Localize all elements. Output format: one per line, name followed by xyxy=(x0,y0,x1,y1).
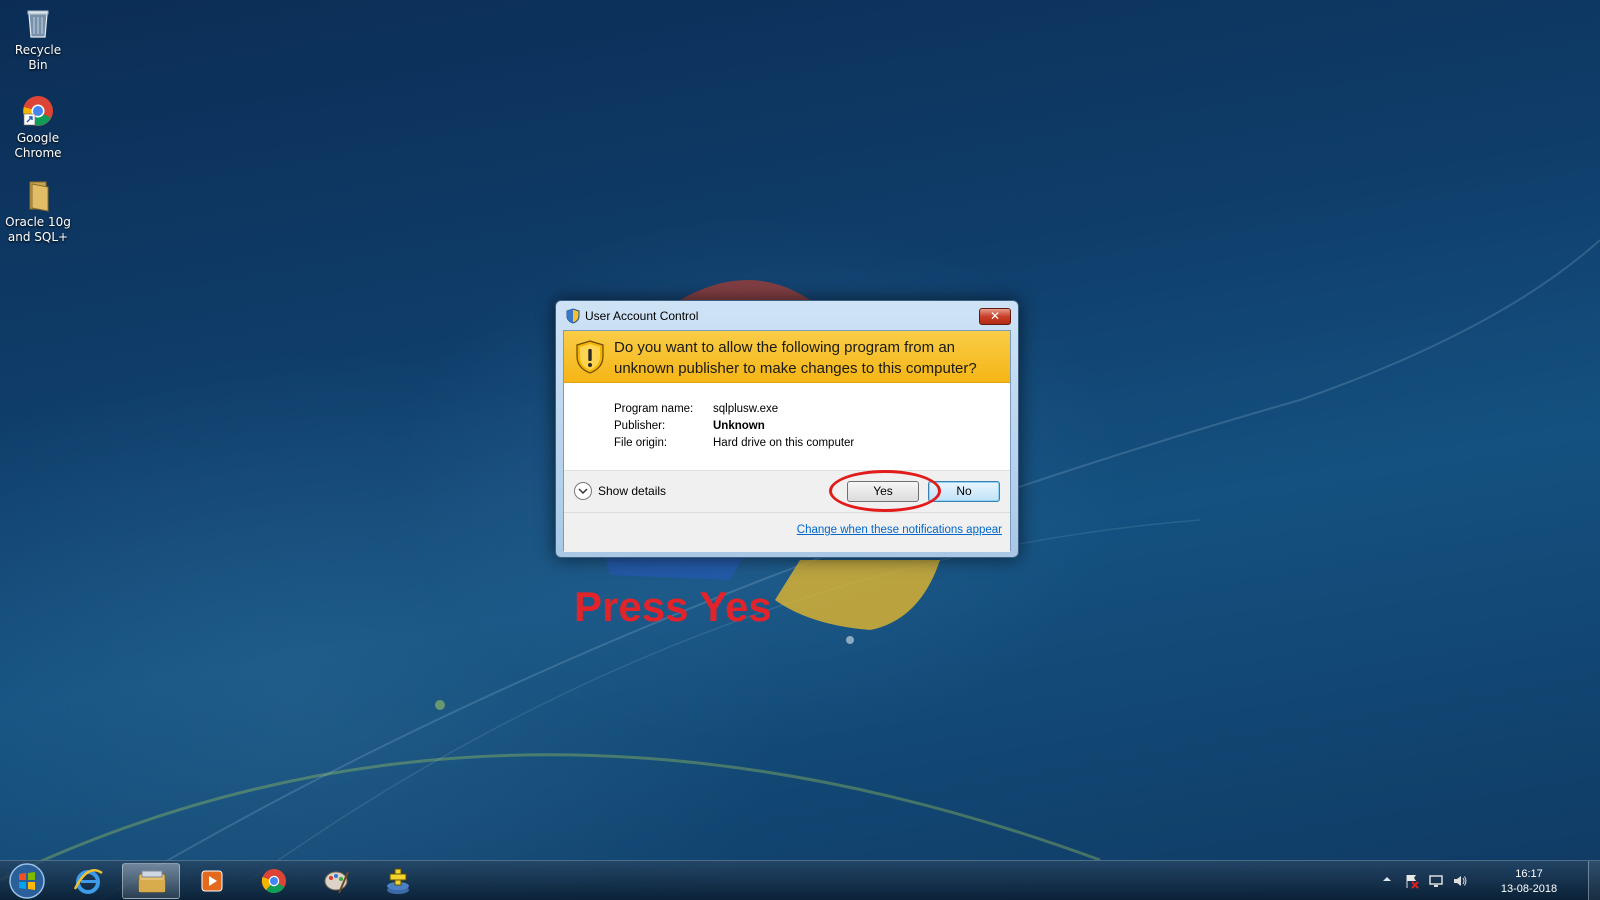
info-label: Publisher: xyxy=(614,420,666,432)
divider xyxy=(564,512,1010,513)
taskbar-file-explorer[interactable] xyxy=(122,863,180,899)
warning-shield-icon xyxy=(576,340,604,374)
recycle-bin-icon xyxy=(27,10,49,38)
desktop-icon-label: Recycle Bin xyxy=(14,43,62,72)
uac-titlebar[interactable]: User Account Control ✕ xyxy=(556,301,1018,329)
uac-dialog: User Account Control ✕ Do you want to al… xyxy=(555,300,1019,558)
paint-icon xyxy=(324,871,349,894)
info-row-program-name: Program name: sqlplusw.exe xyxy=(614,403,854,420)
publisher-value: Unknown xyxy=(713,420,765,432)
taskbar-chrome[interactable] xyxy=(246,863,304,899)
info-row-file-origin: File origin: Hard drive on this computer xyxy=(614,437,854,454)
clock-time: 16:17 xyxy=(1515,868,1543,880)
taskbar-clock[interactable]: 16:17 13-08-2018 xyxy=(1494,867,1564,897)
info-row-publisher: Publisher: Unknown xyxy=(614,420,854,437)
uac-warning-banner: Do you want to allow the following progr… xyxy=(564,331,1010,383)
show-details-toggle[interactable]: Show details xyxy=(574,482,666,500)
start-orb-icon[interactable] xyxy=(8,862,46,900)
file-origin-value: Hard drive on this computer xyxy=(713,437,855,449)
show-hidden-icons-icon[interactable] xyxy=(1382,875,1392,883)
uac-question: Do you want to allow the following progr… xyxy=(614,339,977,377)
program-name-value: sqlplusw.exe xyxy=(713,403,779,415)
network-icon[interactable] xyxy=(1428,873,1444,889)
uac-shield-icon xyxy=(566,308,580,324)
instruction-annotation: Press Yes xyxy=(574,583,772,630)
installer-icon xyxy=(387,868,409,894)
chrome-icon xyxy=(261,869,286,894)
taskbar: 16:17 13-08-2018 xyxy=(0,860,1600,900)
program-info: Program name: sqlplusw.exe Publisher: Un… xyxy=(614,403,854,454)
volume-icon[interactable] xyxy=(1452,873,1468,889)
close-button[interactable]: ✕ xyxy=(979,308,1011,325)
taskbar-internet-explorer[interactable] xyxy=(60,863,118,899)
taskbar-paint[interactable] xyxy=(308,863,366,899)
taskbar-installer[interactable] xyxy=(370,863,428,899)
taskbar-media-player[interactable] xyxy=(184,863,242,899)
file-explorer-icon xyxy=(138,870,166,893)
uac-body: Do you want to allow the following progr… xyxy=(563,330,1011,552)
uac-title: User Account Control xyxy=(585,309,699,323)
desktop-icon-oracle-folder[interactable]: Oracle 10g and SQL+ xyxy=(4,178,72,245)
internet-explorer-icon xyxy=(73,869,103,894)
chrome-icon xyxy=(23,96,53,126)
desktop-icon-chrome[interactable]: Google Chrome xyxy=(4,94,72,161)
uac-footer: Show details Yes No Change when these no… xyxy=(564,470,1010,552)
media-player-icon xyxy=(201,870,223,892)
chevron-down-icon xyxy=(574,482,592,500)
desktop-icon-recycle-bin[interactable]: Recycle Bin xyxy=(4,6,72,73)
show-details-label: Show details xyxy=(598,484,667,498)
action-center-flag-icon[interactable] xyxy=(1404,873,1420,889)
desktop-icon-label: Oracle 10g and SQL+ xyxy=(5,215,71,244)
info-label: File origin: xyxy=(614,437,668,449)
desktop-icon-label: Google Chrome xyxy=(14,131,62,160)
change-notifications-link[interactable]: Change when these notifications appear xyxy=(797,524,1002,536)
show-desktop-button[interactable] xyxy=(1588,861,1600,900)
highlight-ellipse xyxy=(829,470,941,512)
clock-date: 13-08-2018 xyxy=(1500,883,1558,895)
info-label: Program name: xyxy=(614,403,694,415)
folder-icon xyxy=(29,181,49,212)
